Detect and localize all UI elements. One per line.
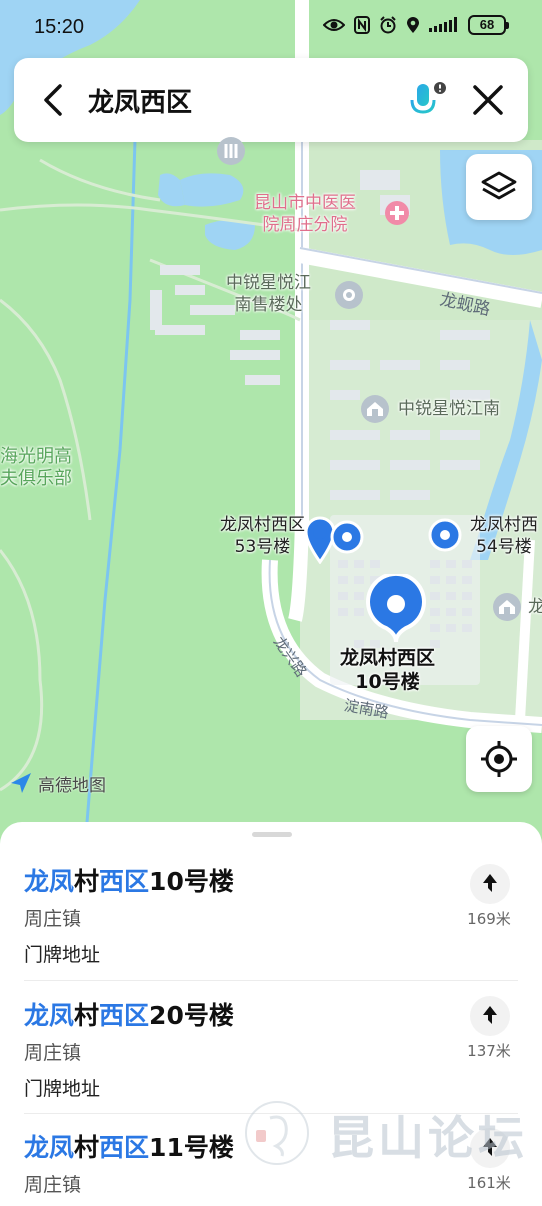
residential-icon[interactable] — [360, 394, 390, 424]
navigate-button[interactable] — [470, 864, 510, 904]
title-highlight: 西区 — [99, 1001, 150, 1030]
close-icon — [473, 85, 503, 115]
eye-icon — [323, 19, 345, 31]
map-label-building-53: 龙凤村西区 53号楼 — [220, 515, 305, 557]
selected-pin-icon[interactable] — [366, 574, 426, 644]
title-plain: 20号楼 — [149, 1001, 234, 1030]
pin-small-icon[interactable] — [330, 520, 364, 556]
hospital-icon[interactable] — [384, 200, 410, 226]
map-label-zhongrui: 中锐星悦江南 — [398, 399, 500, 419]
back-button[interactable] — [34, 78, 78, 122]
alarm-icon — [380, 16, 396, 34]
layers-icon — [481, 171, 517, 200]
direction-arrow-icon — [483, 1006, 497, 1024]
watermark-seal-icon — [245, 1101, 309, 1165]
title-plain: 村 — [74, 1001, 100, 1030]
map-label-hospital: 昆山市中医医 院周庄分院 — [254, 193, 356, 235]
result-distance: 137米 — [467, 1042, 511, 1060]
result-town: 周庄镇 — [24, 908, 82, 930]
divider — [24, 980, 518, 981]
status-time: 15:20 — [34, 16, 85, 38]
result-distance: 161米 — [467, 1174, 511, 1192]
sheet-drag-handle[interactable] — [252, 832, 292, 837]
search-bar[interactable]: 龙凤西区 — [14, 58, 528, 142]
clear-search-button[interactable] — [466, 78, 510, 122]
result-title: 龙凤村西区10号楼 — [24, 862, 234, 898]
result-town: 周庄镇 — [24, 1042, 82, 1064]
title-highlight: 龙凤 — [24, 1001, 75, 1030]
amap-logo-text: 高德地图 — [38, 775, 106, 796]
locate-icon — [481, 741, 517, 777]
residential-icon-2[interactable] — [492, 592, 522, 622]
result-distance: 169米 — [467, 910, 511, 928]
nfc-icon — [354, 16, 370, 34]
location-icon — [407, 17, 419, 33]
forum-watermark: 昆山论坛 — [244, 1096, 542, 1170]
amap-logo: 高德地图 — [8, 770, 106, 796]
title-highlight: 龙凤 — [24, 1133, 75, 1162]
back-arrow-icon — [44, 84, 62, 116]
microphone-icon — [410, 82, 446, 118]
title-highlight: 西区 — [99, 1133, 150, 1162]
result-town: 周庄镇 — [24, 1174, 82, 1196]
result-item-1[interactable]: 龙凤村西区10号楼 周庄镇 门牌地址 169米 — [0, 862, 542, 982]
result-title: 龙凤村西区11号楼 — [24, 1128, 234, 1164]
watermark-text: 昆山论坛 — [328, 1111, 528, 1165]
map-poi-park-icon[interactable] — [216, 136, 246, 166]
map-label-building-10: 龙凤村西区 10号楼 — [340, 647, 436, 693]
title-highlight: 龙凤 — [24, 867, 75, 896]
amap-logo-icon — [11, 773, 31, 793]
direction-arrow-icon — [483, 874, 497, 892]
signal-icon — [429, 17, 457, 32]
result-tag: 门牌地址 — [24, 1078, 101, 1100]
result-tag: 门牌地址 — [24, 944, 101, 966]
title-plain: 村 — [74, 867, 100, 896]
search-query[interactable]: 龙凤西区 — [88, 82, 192, 119]
status-bar: 15:20 68 — [0, 0, 542, 56]
title-plain: 村 — [74, 1133, 100, 1162]
locate-button[interactable] — [466, 726, 532, 792]
title-plain: 10号楼 — [149, 867, 234, 896]
pin-54-icon[interactable] — [428, 518, 462, 554]
map-view[interactable]: 15:20 68 龙凤西区 昆山市中医医 院周庄分院 中锐星悦江 南售楼处 龙蚬… — [0, 0, 542, 860]
map-label-building-54: 龙凤村西 54号楼 — [470, 515, 538, 557]
map-label-golf-club: 海光明高 夫俱乐部 — [0, 446, 72, 489]
map-label-sales-office: 中锐星悦江 南售楼处 — [226, 273, 311, 315]
layers-button[interactable] — [466, 154, 532, 220]
navigate-button[interactable] — [470, 996, 510, 1036]
voice-search-button[interactable] — [406, 78, 450, 122]
map-label-edge: 龙 — [528, 597, 542, 617]
poi-dot-icon[interactable] — [334, 280, 364, 310]
battery-indicator: 68 — [468, 15, 509, 35]
result-title: 龙凤村西区20号楼 — [24, 996, 234, 1032]
title-plain: 11号楼 — [149, 1133, 234, 1162]
title-highlight: 西区 — [99, 867, 150, 896]
